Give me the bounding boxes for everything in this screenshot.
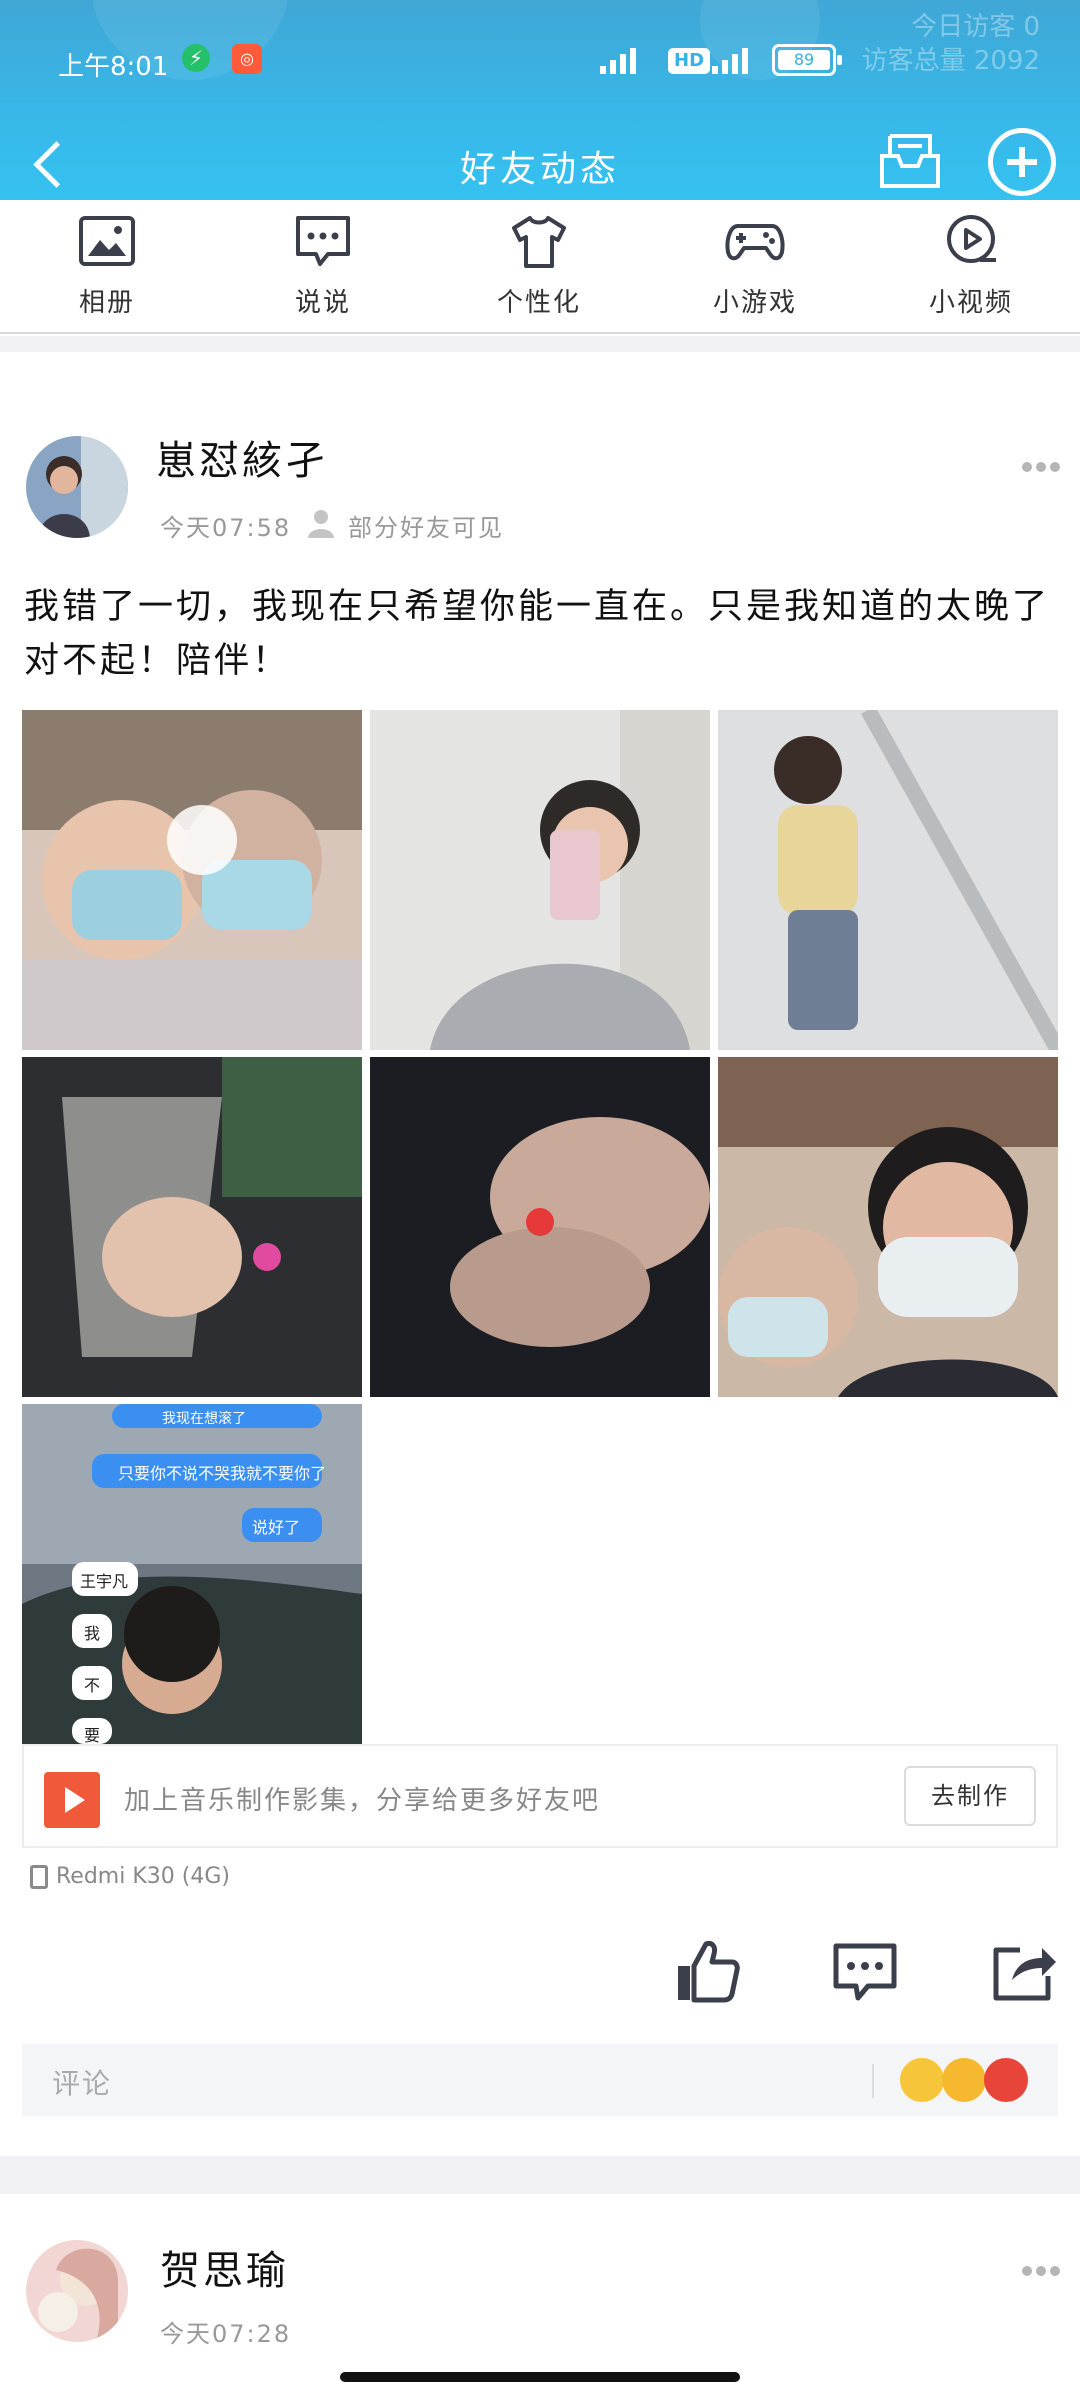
section-divider — [0, 2156, 1080, 2194]
category-bar: 相册 说说 个性化 小游戏 小视频 — [0, 200, 1080, 334]
post-photo-chat-screenshot[interactable]: 只要你不说不哭我就不要你了 说好了 王宇凡 我 不 要 我现在想滚了 — [22, 1404, 362, 1744]
inbox-icon[interactable] — [878, 128, 942, 192]
post-photo[interactable] — [22, 710, 362, 1050]
post-photo[interactable] — [718, 1057, 1058, 1397]
post-text: 我错了一切，我现在只希望你能一直在。只是我知道的太晚了 对不起！陪伴！ — [24, 587, 1051, 681]
chat-bubble: 我现在想滚了 — [162, 1411, 246, 1427]
music-album-prompt: 加上音乐制作影集，分享给更多好友吧 去制作 — [22, 1744, 1058, 1848]
divider — [872, 2064, 874, 2098]
hd-badge: HD — [668, 48, 711, 74]
home-indicator[interactable] — [340, 2372, 740, 2382]
phone-icon — [30, 1865, 48, 1889]
music-prompt-text: 加上音乐制作影集，分享给更多好友吧 — [124, 1786, 601, 1816]
status-bar: 上午8:01 ⚡ ◎ HD 89 — [0, 30, 1080, 100]
post-photo[interactable] — [22, 1057, 362, 1397]
post-author-avatar[interactable] — [26, 436, 128, 538]
comment-input[interactable]: 评论 — [52, 2062, 112, 2102]
gift-emoji-icon[interactable] — [984, 2058, 1028, 2102]
post-time: 今天07:28 — [160, 2320, 292, 2348]
tshirt-icon — [512, 216, 566, 268]
add-button[interactable] — [988, 128, 1056, 196]
battery-icon: 89 — [772, 44, 842, 76]
signal-icon — [712, 46, 758, 74]
chat-bubble: 王宇凡 — [80, 1572, 129, 1591]
comment-bar[interactable]: 评论 — [22, 2044, 1058, 2116]
share-icon[interactable] — [990, 1936, 1060, 2006]
video-album-icon — [44, 1772, 100, 1828]
app-notification-icon: ◎ — [232, 44, 262, 74]
video-play-icon — [947, 215, 996, 263]
status-time: 上午8:01 — [58, 52, 169, 82]
post-time: 今天07:58 — [160, 514, 292, 542]
post-author-name[interactable]: 贺思瑜 — [160, 2238, 289, 2296]
header-background: 今日访客 0 访客总量 2092 上午8:01 ⚡ ◎ HD 89 好友动态 — [0, 0, 1080, 232]
post-author-avatar[interactable] — [26, 2240, 128, 2342]
post-photo[interactable] — [370, 710, 710, 1050]
make-album-button[interactable]: 去制作 — [904, 1766, 1036, 1826]
category-personalize[interactable]: 个性化 — [459, 210, 619, 319]
post-photo[interactable] — [718, 710, 1058, 1050]
category-shuoshuo[interactable]: 说说 — [243, 210, 403, 319]
section-divider — [0, 336, 1080, 352]
grin-emoji-icon[interactable] — [900, 2058, 944, 2102]
more-options-icon[interactable] — [1022, 2266, 1062, 2278]
album-icon — [79, 216, 135, 266]
chat-bubble-icon — [296, 216, 350, 266]
category-shortvideo[interactable]: 小视频 — [891, 210, 1051, 319]
post-device: Redmi K30 (4G) — [30, 1864, 230, 1889]
chat-bubble: 我 — [84, 1624, 101, 1643]
person-icon — [308, 510, 334, 538]
chat-bubble: 只要你不说不哭我就不要你了 — [118, 1464, 327, 1483]
more-options-icon[interactable] — [1022, 462, 1062, 474]
comment-icon[interactable] — [830, 1936, 900, 2006]
post-author-name[interactable]: 崽怼絯孑 — [156, 428, 328, 486]
signal-icon — [600, 46, 646, 74]
gamepad-icon — [725, 224, 785, 261]
category-album[interactable]: 相册 — [27, 210, 187, 319]
laugh-emoji-icon[interactable] — [942, 2058, 986, 2102]
battery-level: 89 — [778, 50, 830, 70]
chat-bubble: 说好了 — [252, 1518, 301, 1537]
post-photo[interactable] — [370, 1057, 710, 1397]
post-visibility: 部分好友可见 — [348, 514, 504, 542]
like-icon[interactable] — [672, 1936, 742, 2006]
chat-bubble: 不 — [84, 1676, 101, 1695]
charging-icon: ⚡ — [182, 44, 210, 72]
chat-bubble: 要 — [84, 1726, 101, 1744]
category-minigame[interactable]: 小游戏 — [675, 210, 835, 319]
